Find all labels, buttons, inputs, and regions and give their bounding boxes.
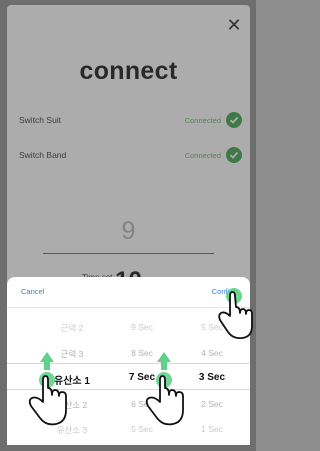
hand-pointer-icon	[145, 352, 184, 426]
picker-toolbar: Cancel Confirm	[7, 277, 250, 308]
hand-pointer-icon	[28, 352, 67, 426]
hand-pointer-icon	[218, 288, 253, 340]
picker-item[interactable]: 근력 2	[37, 322, 107, 334]
cancel-button[interactable]: Cancel	[21, 287, 44, 296]
picker-item[interactable]: 9 Sec	[107, 322, 177, 332]
